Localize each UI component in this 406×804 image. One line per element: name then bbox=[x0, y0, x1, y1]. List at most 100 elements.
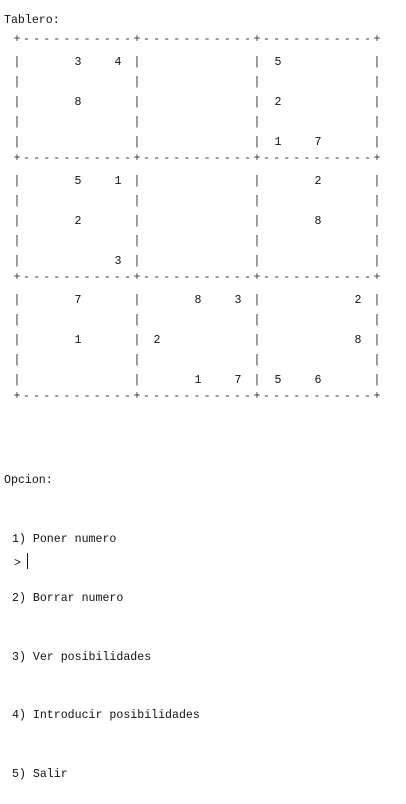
cell-digit: 4 bbox=[115, 56, 122, 69]
board-edge: | bbox=[254, 215, 261, 228]
menu-item-borrar-numero: 2) Borrar numero bbox=[12, 591, 124, 605]
board-edge: | bbox=[134, 314, 141, 327]
board-separator: ----------- bbox=[263, 390, 371, 403]
board-edge: | bbox=[134, 334, 141, 347]
board-edge: | bbox=[254, 76, 261, 89]
board-edge: | bbox=[14, 195, 21, 208]
board-edge: | bbox=[374, 195, 381, 208]
board-edge: | bbox=[134, 175, 141, 188]
board-edge: | bbox=[254, 56, 261, 69]
board-separator: ----------- bbox=[23, 33, 131, 46]
cell-digit: 1 bbox=[275, 136, 282, 149]
board-edge: | bbox=[14, 255, 21, 268]
board-corner: + bbox=[254, 152, 261, 165]
board-corner: + bbox=[374, 152, 381, 165]
board-separator: ----------- bbox=[263, 152, 371, 165]
board-edge: | bbox=[14, 96, 21, 109]
cell-digit: 3 bbox=[75, 56, 82, 69]
board-edge: | bbox=[374, 116, 381, 129]
menu-item-poner-numero: 1) Poner numero bbox=[12, 532, 117, 546]
board-edge: | bbox=[14, 354, 21, 367]
board-edge: | bbox=[374, 235, 381, 248]
board-edge: | bbox=[134, 374, 141, 387]
cell-digit: 2 bbox=[154, 334, 161, 347]
cell-digit: 5 bbox=[275, 56, 282, 69]
board-edge: | bbox=[14, 235, 21, 248]
menu-item-salir: 5) Salir bbox=[12, 768, 68, 782]
board-corner: + bbox=[134, 271, 141, 284]
board-edge: | bbox=[14, 334, 21, 347]
board-edge: | bbox=[374, 294, 381, 307]
board-edge: | bbox=[134, 294, 141, 307]
cell-digit: 2 bbox=[355, 294, 362, 307]
menu-item-ver-posibilidades: 3) Ver posibilidades bbox=[12, 650, 152, 664]
board-edge: | bbox=[254, 294, 261, 307]
board-edge: | bbox=[134, 56, 141, 69]
cell-digit: 8 bbox=[315, 215, 322, 228]
board-edge: | bbox=[254, 195, 261, 208]
board-edge: | bbox=[134, 136, 141, 149]
board-edge: | bbox=[374, 334, 381, 347]
board-edge: | bbox=[374, 76, 381, 89]
board-edge: | bbox=[134, 235, 141, 248]
board-corner: + bbox=[254, 390, 261, 403]
cell-digit: 2 bbox=[315, 175, 322, 188]
board-edge: | bbox=[14, 215, 21, 228]
board-separator: ----------- bbox=[143, 390, 251, 403]
input-prompt[interactable]: > bbox=[14, 553, 28, 574]
board-separator: ----------- bbox=[23, 152, 131, 165]
board-edge: | bbox=[14, 175, 21, 188]
cell-digit: 8 bbox=[75, 96, 82, 109]
cell-digit: 1 bbox=[115, 175, 122, 188]
board-edge: | bbox=[374, 374, 381, 387]
board-edge: | bbox=[254, 334, 261, 347]
board-corner: + bbox=[254, 271, 261, 284]
prompt-symbol: > bbox=[14, 557, 21, 570]
board-edge: | bbox=[254, 136, 261, 149]
cell-digit: 7 bbox=[315, 136, 322, 149]
board-separator: ----------- bbox=[23, 390, 131, 403]
board-corner: + bbox=[14, 390, 21, 403]
board-edge: | bbox=[134, 195, 141, 208]
board-corner: + bbox=[134, 33, 141, 46]
board-edge: | bbox=[134, 96, 141, 109]
cell-digit: 2 bbox=[75, 215, 82, 228]
board-edge: | bbox=[254, 175, 261, 188]
board-separator: ----------- bbox=[143, 271, 251, 284]
board-edge: | bbox=[134, 76, 141, 89]
board-separator: ----------- bbox=[263, 33, 371, 46]
cell-digit: 2 bbox=[275, 96, 282, 109]
cell-digit: 7 bbox=[75, 294, 82, 307]
board-edge: | bbox=[14, 76, 21, 89]
board-edge: | bbox=[254, 96, 261, 109]
board-edge: | bbox=[374, 255, 381, 268]
board-edge: | bbox=[374, 136, 381, 149]
board-edge: | bbox=[374, 354, 381, 367]
cell-digit: 7 bbox=[235, 374, 242, 387]
board-edge: | bbox=[374, 314, 381, 327]
cell-digit: 3 bbox=[115, 255, 122, 268]
cell-digit: 8 bbox=[355, 334, 362, 347]
cell-digit: 8 bbox=[195, 294, 202, 307]
board-edge: | bbox=[254, 314, 261, 327]
board-corner: + bbox=[254, 33, 261, 46]
board-separator: ----------- bbox=[143, 33, 251, 46]
menu-heading: Opcion: bbox=[4, 474, 53, 488]
board-edge: | bbox=[374, 56, 381, 69]
board-edge: | bbox=[254, 255, 261, 268]
board-edge: | bbox=[254, 235, 261, 248]
board-separator: ----------- bbox=[143, 152, 251, 165]
board-separator: ----------- bbox=[23, 271, 131, 284]
options-menu: Opcion: 1) Poner numero 2) Borrar numero… bbox=[4, 432, 200, 804]
board-corner: + bbox=[374, 271, 381, 284]
board-edge: | bbox=[14, 374, 21, 387]
cell-digit: 1 bbox=[75, 334, 82, 347]
board-corner: + bbox=[14, 271, 21, 284]
board-edge: | bbox=[14, 314, 21, 327]
board-edge: | bbox=[254, 116, 261, 129]
board-edge: | bbox=[254, 354, 261, 367]
board-corner: + bbox=[134, 390, 141, 403]
board-edge: | bbox=[14, 136, 21, 149]
board-separator: ----------- bbox=[263, 271, 371, 284]
board-corner: + bbox=[14, 33, 21, 46]
